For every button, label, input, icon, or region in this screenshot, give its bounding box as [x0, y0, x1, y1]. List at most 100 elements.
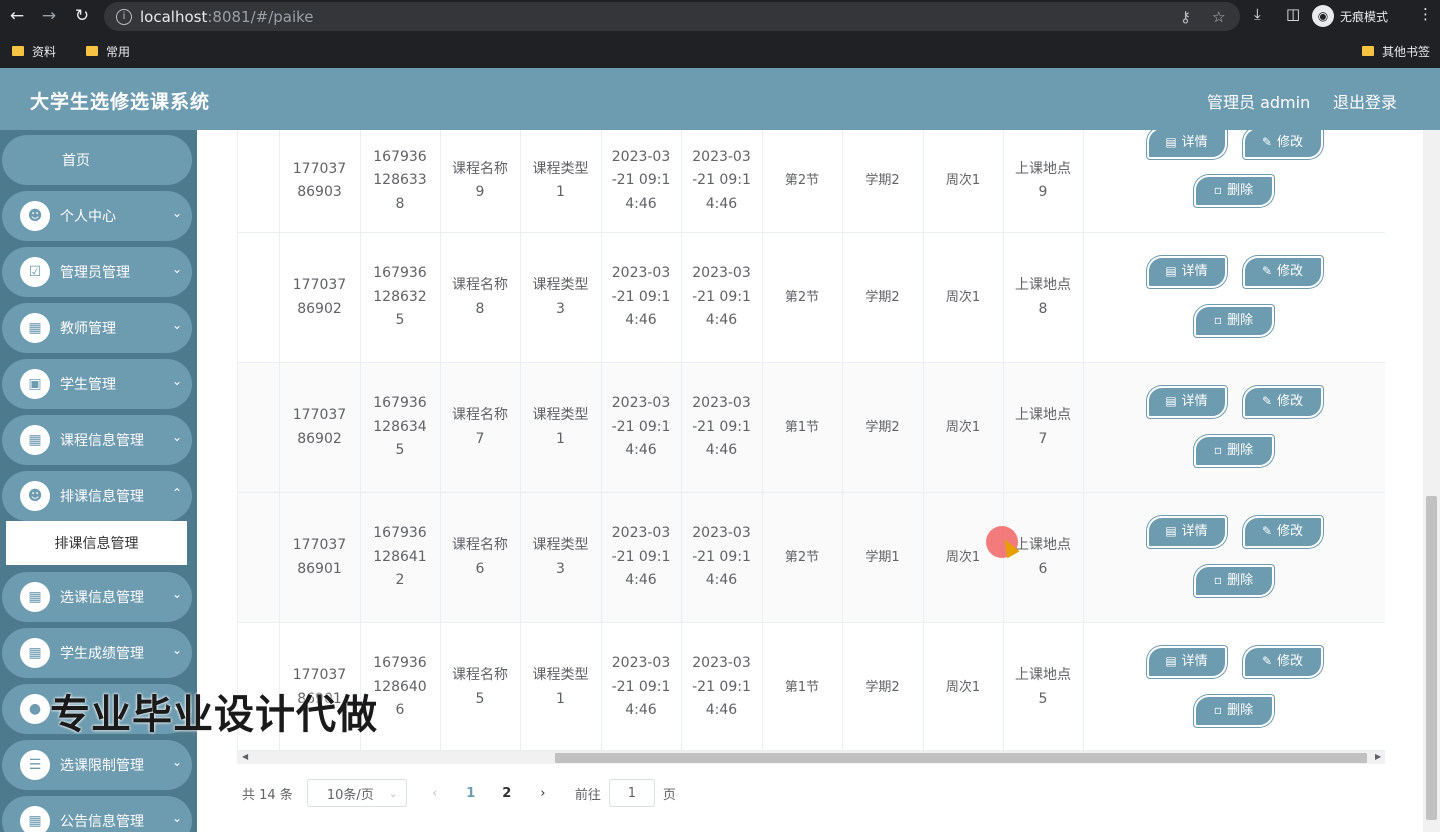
sidebar-item-schedule[interactable]: ☻ 排课信息管理 ⌃: [2, 471, 192, 521]
logout-button[interactable]: 退出登录: [1333, 89, 1397, 113]
sidebar-item-label: 教师管理: [60, 321, 116, 337]
sidebar-item-courses[interactable]: ▦ 课程信息管理 ⌄: [2, 415, 192, 465]
sidebar-item-grades[interactable]: ▦ 学生成绩管理 ⌄: [2, 628, 192, 678]
watermark-text: 专业毕业设计代做: [50, 692, 378, 738]
edit-button[interactable]: ✎ 修改: [1242, 256, 1323, 288]
chevron-down-icon: ⌄: [171, 318, 182, 332]
sidebar-item-label: 学生成绩管理: [60, 646, 144, 662]
table-cell: [238, 492, 280, 623]
table-cell: 周次1: [923, 130, 1004, 233]
actions-cell: ▤ 详情 ✎ 修改 ▫ 删除: [1083, 362, 1385, 493]
table-row: 17703786901 1679361286406 课程名称5 课程类型1 20…: [238, 622, 1385, 750]
document-icon: ▤: [1165, 135, 1177, 150]
page-unit-label: 页: [662, 787, 676, 803]
table-cell: 周次1: [923, 492, 1004, 623]
sidebar-item-selections[interactable]: ▦ 选课信息管理 ⌄: [2, 572, 192, 622]
next-page-icon[interactable]: ›: [525, 786, 561, 801]
vertical-scrollbar[interactable]: [1423, 130, 1440, 832]
delete-button[interactable]: ▫ 删除: [1193, 695, 1274, 727]
info-icon[interactable]: i: [116, 8, 132, 25]
table-cell: 17703786903: [279, 130, 361, 233]
download-icon[interactable]: ⤓: [1254, 5, 1261, 23]
menu-icon[interactable]: ⋮: [1418, 5, 1433, 23]
sidebar-item-teachers[interactable]: ▦ 教师管理 ⌄: [2, 303, 192, 353]
table-cell: 学期2: [842, 130, 924, 233]
folder-icon: [1362, 46, 1374, 56]
forward-icon[interactable]: →: [36, 3, 62, 29]
goto-page-input[interactable]: 1: [608, 779, 655, 807]
detail-button[interactable]: ▤ 详情: [1146, 130, 1227, 159]
grid-icon: ▦: [20, 638, 50, 668]
edit-button[interactable]: ✎ 修改: [1242, 646, 1323, 678]
bookmark-folder[interactable]: 资料: [12, 43, 56, 60]
document-icon: ▤: [1165, 654, 1177, 669]
page-number[interactable]: 1: [453, 786, 489, 801]
table-cell: [238, 232, 280, 363]
delete-button[interactable]: ▫ 删除: [1193, 435, 1274, 467]
table-cell: [238, 130, 280, 233]
table-cell: 2023-03-21 09:14:46: [681, 622, 763, 750]
sidebar-item-notices[interactable]: ▦ 公告信息管理 ⌄: [2, 796, 192, 832]
sidebar-item-profile[interactable]: ☻ 个人中心 ⌄: [2, 191, 192, 241]
goto-label: 前往: [574, 787, 601, 803]
other-bookmarks[interactable]: 其他书签: [1362, 43, 1430, 60]
table-cell: 课程名称9: [440, 130, 521, 233]
table-cell: 2023-03-21 09:14:46: [681, 362, 763, 493]
sidebar-item-admins[interactable]: ☑ 管理员管理 ⌄: [2, 247, 192, 297]
trash-icon: ▫: [1213, 573, 1223, 588]
table-cell: 课程类型1: [520, 130, 602, 233]
sidebar-item-label: 首页: [62, 153, 90, 169]
table-cell: 17703786901: [279, 492, 361, 623]
wallet-icon: ▣: [20, 369, 50, 399]
page-size-select[interactable]: 10条/页 ⌄: [306, 779, 407, 807]
edit-button[interactable]: ✎ 修改: [1242, 130, 1323, 159]
sidepanel-icon[interactable]: ◫: [1286, 5, 1300, 23]
page-number[interactable]: 2: [489, 786, 525, 801]
sidebar-item-label: 个人中心: [60, 209, 116, 225]
table-cell: [238, 362, 280, 493]
table-cell: 1679361286338: [360, 130, 441, 233]
incognito-icon: ◉: [1312, 5, 1334, 27]
scrollbar-thumb[interactable]: [1426, 496, 1437, 820]
scrollbar-thumb[interactable]: [555, 753, 1367, 763]
edit-button[interactable]: ✎ 修改: [1242, 386, 1323, 418]
reload-icon[interactable]: ↻: [69, 3, 95, 29]
chevron-down-icon: ⌄: [171, 262, 182, 276]
delete-button[interactable]: ▫ 删除: [1193, 175, 1274, 207]
delete-button[interactable]: ▫ 删除: [1193, 565, 1274, 597]
scroll-left-icon[interactable]: ◀: [242, 752, 248, 761]
detail-button[interactable]: ▤ 详情: [1146, 256, 1227, 288]
incognito-badge[interactable]: ◉ 无痕模式: [1312, 3, 1388, 29]
list-icon: ☰: [20, 750, 50, 780]
browser-toolbar: ← → ↻ i localhost:8081/#/paike ⚷ ☆ ⤓ ◫ ◉…: [0, 0, 1440, 34]
pencil-icon: ✎: [1261, 264, 1273, 279]
sidebar-item-home[interactable]: 首页: [2, 135, 192, 185]
key-icon[interactable]: ⚷: [1180, 8, 1191, 26]
detail-button[interactable]: ▤ 详情: [1146, 516, 1227, 548]
sidebar-item-limits[interactable]: ☰ 选课限制管理 ⌄: [2, 740, 192, 790]
table-cell: 课程名称6: [440, 492, 521, 623]
sidebar-item-students[interactable]: ▣ 学生管理 ⌄: [2, 359, 192, 409]
bookmark-folder[interactable]: 常用: [86, 43, 130, 60]
actions-cell: ▤ 详情 ✎ 修改 ▫ 删除: [1083, 232, 1385, 363]
chevron-down-icon: ⌄: [171, 755, 182, 769]
back-icon[interactable]: ←: [4, 3, 30, 29]
sidebar-subitem-schedule[interactable]: 排课信息管理: [6, 521, 187, 565]
app-title: 大学生选修选课系统: [30, 91, 211, 113]
horizontal-scrollbar[interactable]: ◀ ▶: [237, 750, 1385, 764]
table-cell: 2023-03-21 09:14:46: [681, 130, 763, 233]
table-cell: 第1节: [762, 622, 843, 750]
document-icon: ▤: [1165, 264, 1177, 279]
delete-button[interactable]: ▫ 删除: [1193, 305, 1274, 337]
table-cell: 17703786902: [279, 232, 361, 363]
star-icon[interactable]: ☆: [1212, 8, 1225, 26]
sidebar-item-label: 排课信息管理: [60, 489, 144, 505]
scroll-right-icon[interactable]: ▶: [1375, 752, 1381, 761]
chevron-down-icon: ⌄: [171, 643, 182, 657]
detail-button[interactable]: ▤ 详情: [1146, 646, 1227, 678]
detail-button[interactable]: ▤ 详情: [1146, 386, 1227, 418]
pencil-icon: ✎: [1261, 524, 1273, 539]
address-bar[interactable]: i localhost:8081/#/paike ⚷ ☆: [104, 2, 1240, 31]
prev-page-icon[interactable]: ‹: [417, 786, 453, 801]
edit-button[interactable]: ✎ 修改: [1242, 516, 1323, 548]
